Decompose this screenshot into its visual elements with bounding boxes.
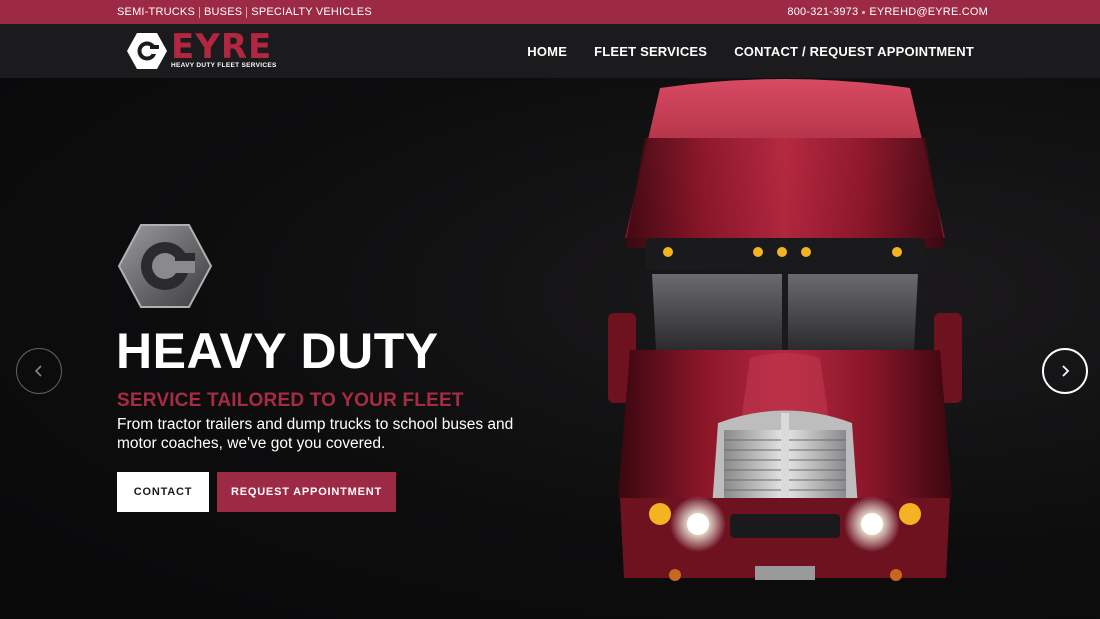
chevron-left-icon bbox=[34, 365, 42, 377]
nav-fleet-services[interactable]: FLEET SERVICES bbox=[594, 44, 707, 59]
logo-text: EYRE HEAVY DUTY FLEET SERVICES bbox=[171, 27, 277, 70]
divider bbox=[198, 6, 200, 18]
slider-prev-button[interactable] bbox=[16, 348, 62, 394]
vehicle-links: SEMI-TRUCKS BUSES SPECIALTY VEHICLES bbox=[117, 6, 372, 18]
divider bbox=[246, 6, 248, 18]
hero-slider: HEAVY DUTY SERVICE TAILORED TO YOUR FLEE… bbox=[0, 78, 1100, 619]
main-nav: HOME FLEET SERVICES CONTACT / REQUEST AP… bbox=[527, 44, 974, 59]
red-semi-truck-image bbox=[608, 79, 962, 581]
wrench-hex-emblem-icon bbox=[117, 224, 213, 308]
chevron-right-icon bbox=[1062, 365, 1070, 377]
nav-contact-request-appointment[interactable]: CONTACT / REQUEST APPOINTMENT bbox=[734, 44, 974, 59]
eyre-logo[interactable]: EYRE HEAVY DUTY FLEET SERVICES bbox=[127, 27, 277, 70]
logo-wordmark: EYRE bbox=[171, 27, 273, 67]
wrench-hex-logo-icon bbox=[127, 33, 167, 69]
hero-title: HEAVY DUTY bbox=[116, 323, 439, 379]
contact-info: 800-321-3973 EYREHD@EYRE.COM bbox=[787, 6, 988, 18]
phone-link[interactable]: 800-321-3973 bbox=[787, 6, 858, 18]
link-semi-trucks[interactable]: SEMI-TRUCKS bbox=[117, 6, 195, 18]
link-specialty-vehicles[interactable]: SPECIALTY VEHICLES bbox=[251, 6, 372, 18]
site-header: EYRE HEAVY DUTY FLEET SERVICES HOME FLEE… bbox=[0, 24, 1100, 78]
hero-subtitle: SERVICE TAILORED TO YOUR FLEET bbox=[117, 390, 464, 411]
slider-next-button[interactable] bbox=[1042, 348, 1088, 394]
nav-home[interactable]: HOME bbox=[527, 44, 567, 59]
divider bbox=[862, 10, 866, 14]
request-appointment-button[interactable]: REQUEST APPOINTMENT bbox=[217, 472, 396, 512]
link-buses[interactable]: BUSES bbox=[204, 6, 242, 18]
contact-button[interactable]: CONTACT bbox=[117, 472, 209, 512]
hero-description: From tractor trailers and dump trucks to… bbox=[117, 416, 514, 452]
top-utility-bar: SEMI-TRUCKS BUSES SPECIALTY VEHICLES 800… bbox=[0, 0, 1100, 24]
logo-tagline: HEAVY DUTY FLEET SERVICES bbox=[171, 62, 277, 69]
email-link[interactable]: EYREHD@EYRE.COM bbox=[869, 6, 988, 18]
